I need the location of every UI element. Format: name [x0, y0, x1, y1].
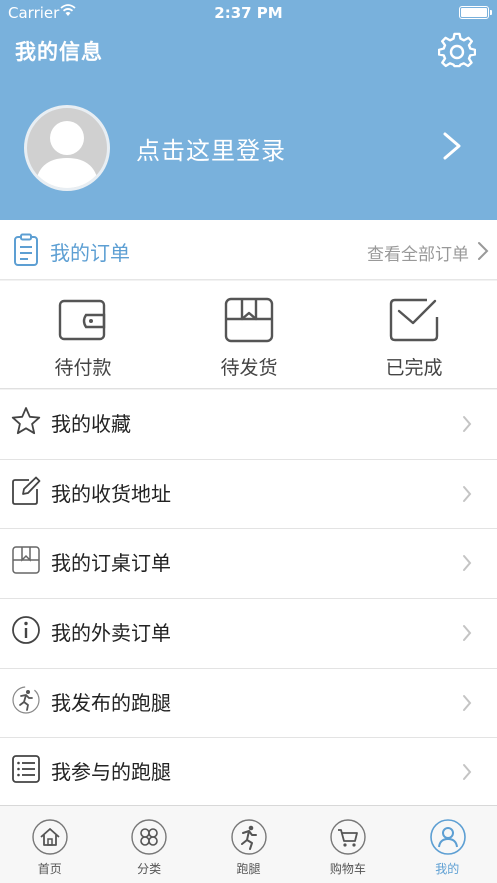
tab-label: 分类	[137, 862, 162, 876]
package-icon	[224, 297, 274, 343]
clipboard-icon	[14, 233, 38, 266]
home-icon	[32, 819, 68, 855]
list-icon	[12, 755, 40, 784]
my-orders-title: 我的订单	[50, 241, 130, 265]
runner-icon	[12, 686, 40, 714]
order-status-pending-payment[interactable]: 待付款	[0, 281, 166, 389]
chevron-right-icon	[463, 485, 472, 502]
order-status-awaiting-shipment[interactable]: 待发货	[166, 281, 332, 389]
battery-icon	[459, 6, 492, 19]
tab-label: 我的	[435, 862, 460, 876]
login-row[interactable]: 点击这里登录	[0, 95, 497, 205]
chevron-right-icon	[478, 242, 489, 260]
menu-item-label: 我参与的跑腿	[51, 760, 171, 785]
order-status-label: 已完成	[385, 357, 443, 379]
header: Carrier 2:37 PM 我的信息 点击这里登录	[0, 0, 497, 220]
my-orders-row[interactable]: 我的订单 查看全部订单	[0, 220, 497, 280]
order-status-row: 待付款 待发货 已完成	[0, 281, 497, 389]
menu-item-favorites[interactable]: 我的收藏	[0, 390, 497, 460]
star-icon	[11, 407, 41, 435]
menu-item-label: 我发布的跑腿	[51, 690, 171, 715]
tab-label: 首页	[37, 862, 62, 876]
wallet-icon	[58, 299, 106, 341]
tab-mine[interactable]: 我的	[398, 806, 497, 883]
bookmark-box-icon	[12, 546, 40, 575]
edit-icon	[12, 476, 41, 505]
menu-item-label: 我的订桌订单	[51, 551, 171, 576]
runner-icon	[231, 819, 267, 855]
tab-category[interactable]: 分类	[99, 806, 198, 883]
chevron-right-icon	[463, 416, 472, 432]
gear-icon[interactable]	[438, 32, 476, 70]
page-title: 我的信息	[15, 40, 103, 64]
menu-item-label: 我的收货地址	[51, 481, 171, 506]
tab-label: 跑腿	[236, 862, 261, 876]
order-status-completed[interactable]: 已完成	[331, 281, 497, 389]
mail-check-icon	[389, 298, 439, 342]
menu-item-table-orders[interactable]: 我的订桌订单	[0, 529, 497, 600]
chevron-right-icon	[443, 132, 461, 160]
menu-item-takeout-orders[interactable]: 我的外卖订单	[0, 599, 497, 669]
menu-item-my-errands-joined[interactable]: 我参与的跑腿	[0, 738, 497, 809]
menu-item-label: 我的收藏	[51, 412, 131, 436]
order-status-label: 待付款	[54, 357, 112, 379]
clock: 2:37 PM	[214, 4, 283, 22]
menu-list: 我的收藏 我的收货地址 我的订桌订单 我的外卖订单 我发布的跑腿 我参与的跑腿	[0, 390, 497, 809]
order-status-label: 待发货	[220, 357, 278, 379]
tab-home[interactable]: 首页	[0, 806, 99, 883]
user-icon	[429, 819, 466, 855]
info-icon	[12, 616, 40, 644]
status-bar: Carrier 2:37 PM	[0, 0, 497, 26]
category-icon	[131, 819, 168, 855]
menu-item-addresses[interactable]: 我的收货地址	[0, 459, 497, 530]
menu-item-my-errands-posted[interactable]: 我发布的跑腿	[0, 668, 497, 739]
login-prompt[interactable]: 点击这里登录	[136, 131, 286, 166]
avatar[interactable]	[24, 105, 110, 191]
tab-cart[interactable]: 购物车	[298, 806, 397, 883]
view-all-orders-link[interactable]: 查看全部订单	[367, 240, 469, 265]
tab-label: 购物车	[329, 862, 366, 876]
cart-icon	[330, 819, 366, 855]
avatar-silhouette-icon	[35, 121, 99, 188]
menu-item-label: 我的外卖订单	[51, 621, 171, 646]
chevron-right-icon	[463, 694, 472, 711]
chevron-right-icon	[463, 764, 472, 781]
chevron-right-icon	[463, 625, 472, 642]
tab-bar: 首页 分类 跑腿 购物车 我的	[0, 805, 497, 883]
chevron-right-icon	[463, 555, 472, 572]
tab-errand[interactable]: 跑腿	[199, 806, 298, 883]
